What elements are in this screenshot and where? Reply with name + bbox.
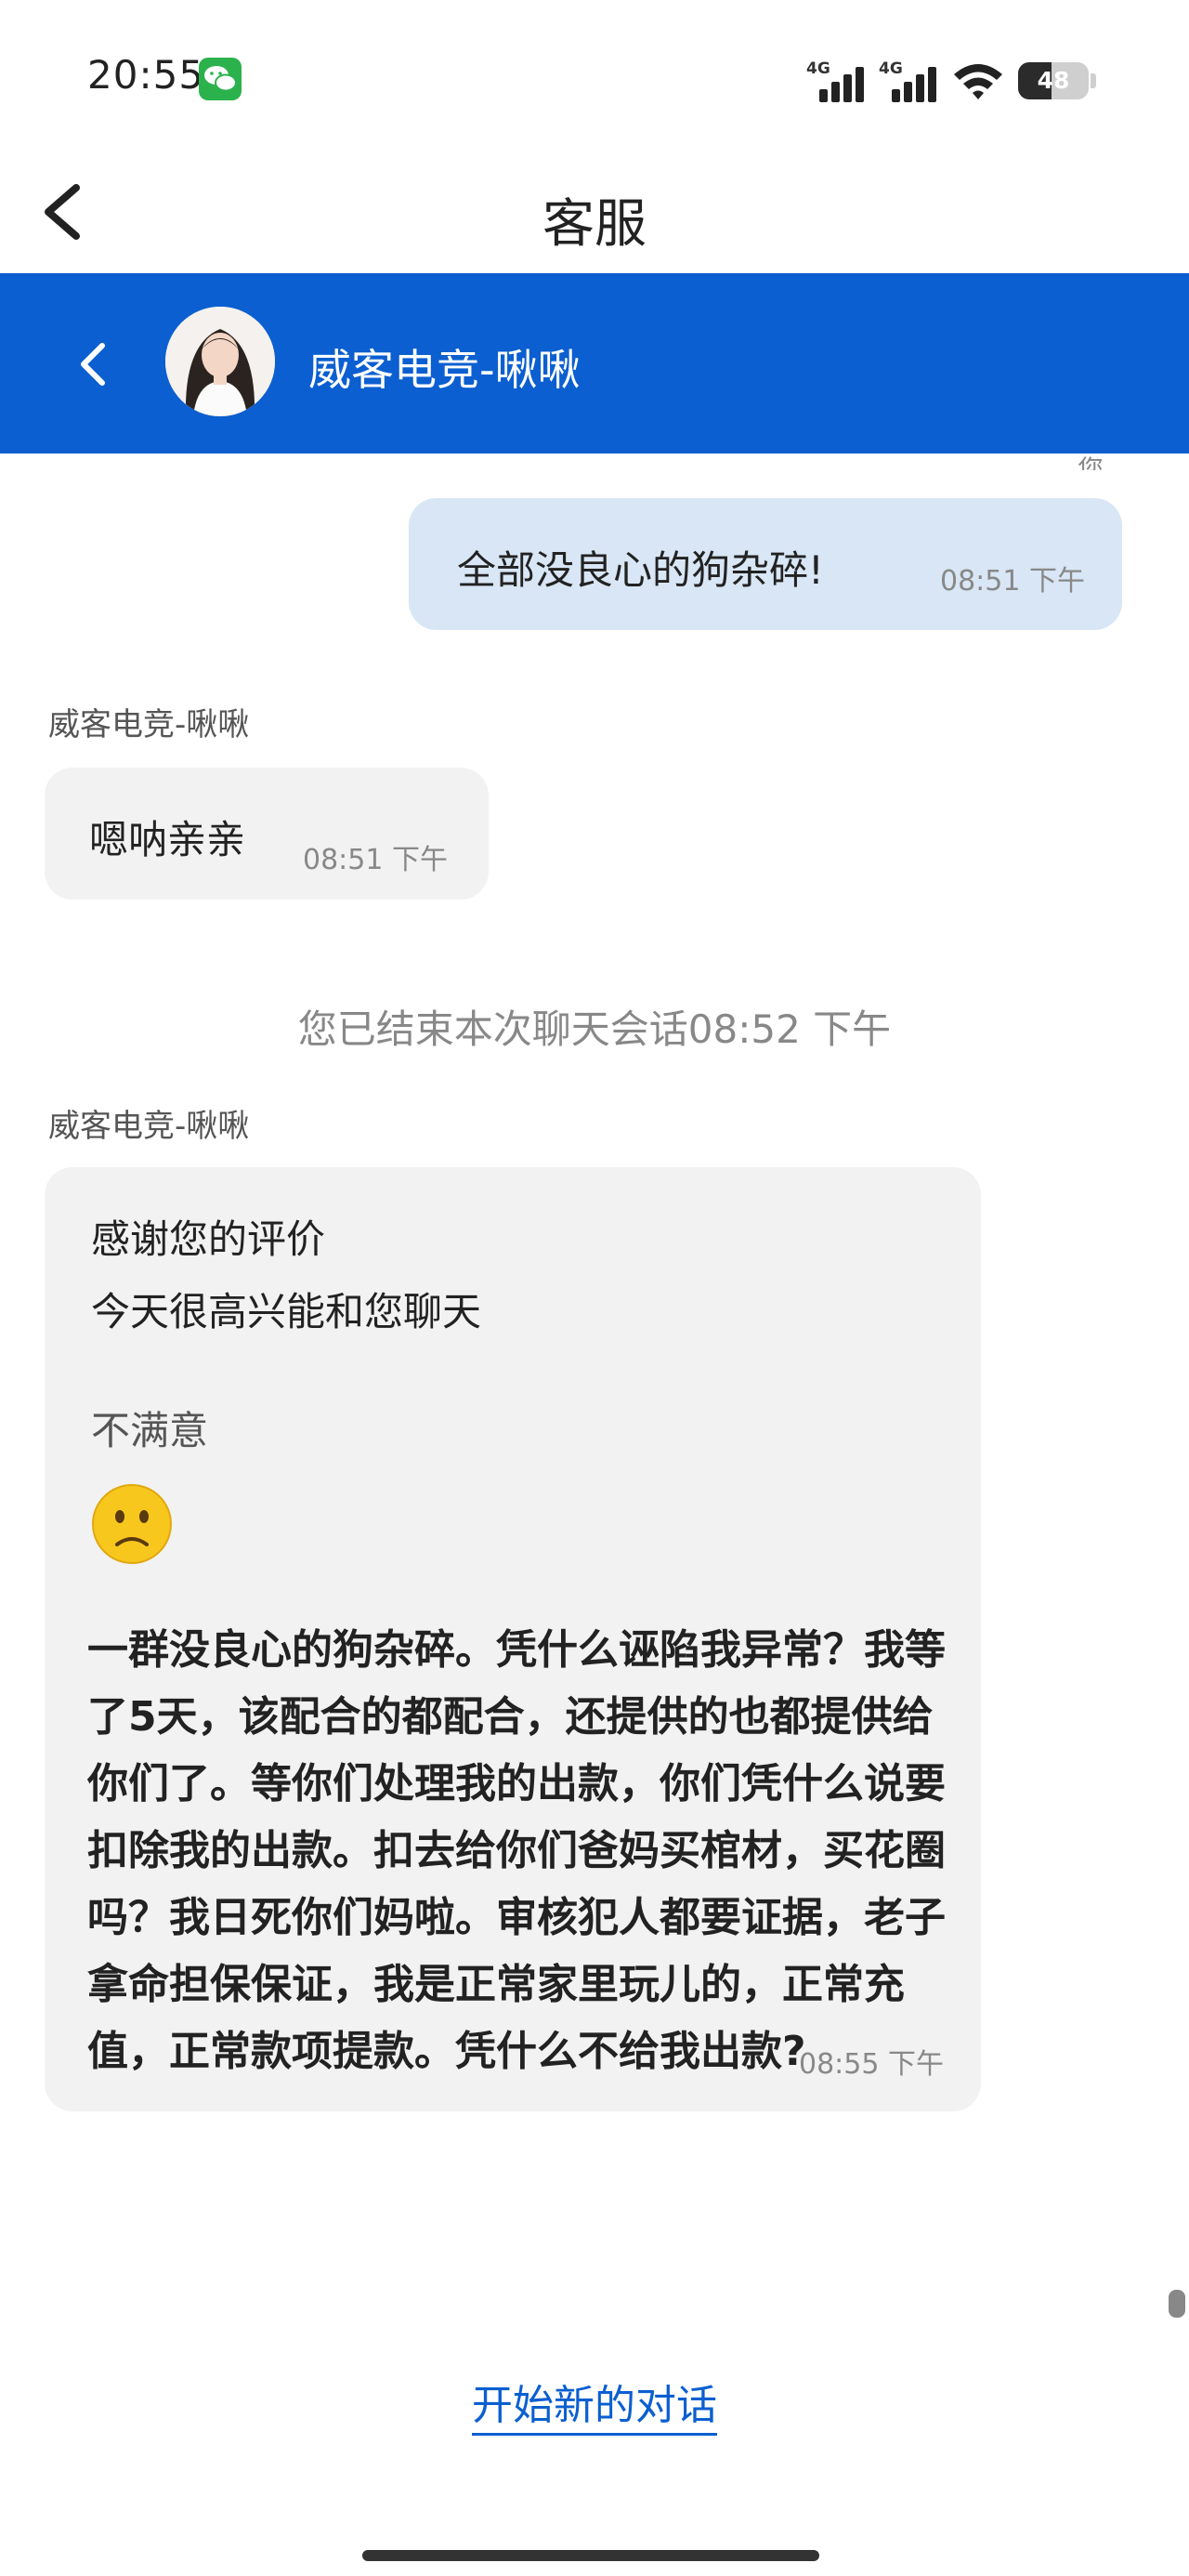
message-line: 感谢您的评价 [91, 1216, 326, 1262]
chat-messages: 您 全部没良心的狗杂碎! 08:51 下午 威客电竞-啾啾 嗯呐亲亲 08:51… [0, 453, 1189, 2576]
status-bar: 20:55 4G 4G 48 [0, 0, 1189, 149]
signal-icon: 4G [806, 59, 866, 102]
sender-name: 威客电竞-啾啾 [48, 1108, 250, 1145]
scrollbar-thumb[interactable] [1169, 2290, 1185, 2318]
incoming-message: 感谢您的评价 今天很高兴能和您聊天 不满意 一群没良心的狗杂碎。凭什么诬陷我异常… [45, 1167, 981, 2111]
app-header: 客服 [0, 149, 1189, 273]
message-body: 一群没良心的狗杂碎。凭什么诬陷我异常？我等了5天，该配合的都配合，还提供的也都提… [87, 1626, 946, 2075]
wechat-notification-icon [199, 58, 242, 100]
system-message: 您已结束本次聊天会话08:52 下午 [297, 1006, 892, 1052]
page-title: 客服 [542, 194, 647, 255]
agent-name: 威客电竞-啾啾 [308, 345, 581, 395]
agent-avatar [165, 307, 275, 416]
signal-icon: 4G [879, 59, 938, 102]
chat-header: 威客电竞-啾啾 [0, 273, 1189, 453]
new-conversation-container: 开始新的对话 [0, 2372, 1189, 2436]
message-text: 全部没良心的狗杂碎! [457, 547, 824, 593]
frown-emoji-icon [92, 1484, 172, 1564]
outgoing-message: 全部没良心的狗杂碎! 08:51 下午 [409, 498, 1122, 630]
message-line: 今天很高兴能和您聊天 [91, 1289, 482, 1334]
battery-icon: 48 [1018, 62, 1089, 99]
message-text: 嗯呐亲亲 [89, 817, 246, 862]
network-type-label: 4G [806, 59, 830, 78]
message-time: 08:51 下午 [303, 844, 448, 876]
home-indicator[interactable] [362, 2550, 819, 2561]
chevron-left-icon[interactable] [74, 338, 111, 390]
wifi-icon [954, 64, 1002, 99]
incoming-message: 嗯呐亲亲 08:51 下午 [45, 768, 489, 900]
sender-name: 威客电竞-啾啾 [48, 706, 250, 743]
message-time: 08:51 下午 [940, 565, 1085, 598]
battery-level: 48 [1037, 67, 1070, 94]
network-type-label: 4G [879, 59, 903, 78]
status-time: 20:55 [87, 52, 205, 98]
message-time: 08:55 下午 [799, 2048, 944, 2081]
clipped-text: 您 [1077, 454, 1104, 470]
rating-label: 不满意 [91, 1408, 209, 1453]
status-icons: 4G 4G 48 [806, 54, 1096, 102]
new-conversation-link[interactable]: 开始新的对话 [472, 2382, 717, 2436]
